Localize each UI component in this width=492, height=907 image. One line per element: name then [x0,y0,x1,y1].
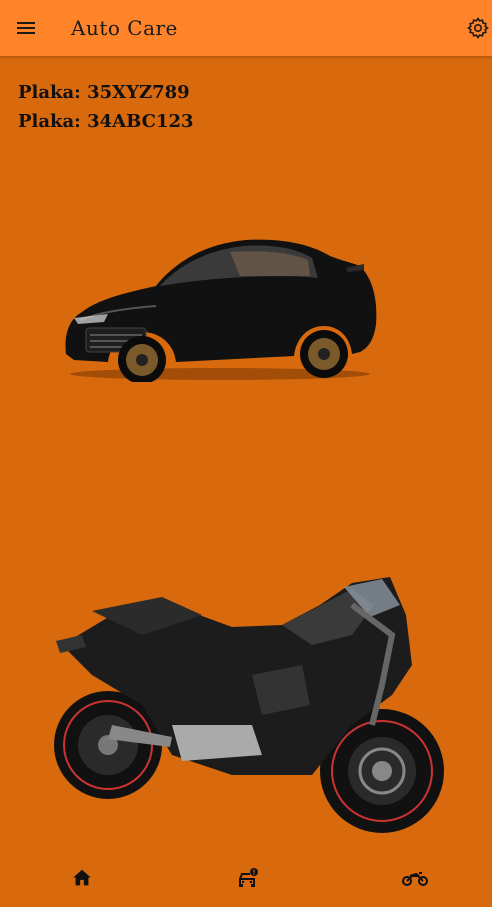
app-bar: Auto Care [0,0,492,56]
menu-icon [17,22,35,34]
menu-button[interactable] [12,14,40,42]
nav-motorcycle[interactable] [401,864,429,892]
nav-home[interactable] [68,864,96,892]
plate-list: Plaka: 35XYZ789 Plaka: 34ABC123 [18,78,194,136]
home-icon [73,869,91,886]
bottom-nav [0,852,492,907]
settings-button[interactable] [464,14,492,42]
motorcycle-icon [402,872,428,886]
plate-item: Plaka: 34ABC123 [18,111,194,132]
nav-car-service[interactable] [234,864,262,892]
app-title: Auto Care [71,16,178,40]
motorcycle-image [54,577,444,833]
car-service-icon [239,868,258,887]
settings-icon [467,17,489,39]
car-image [65,239,377,382]
plate-item: Plaka: 35XYZ789 [18,82,190,103]
